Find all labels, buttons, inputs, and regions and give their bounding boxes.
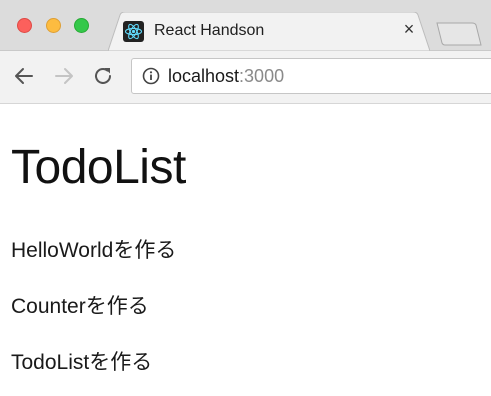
page-title: TodoList: [11, 141, 186, 194]
reload-icon[interactable]: [91, 64, 115, 88]
browser-toolbar: localhost:3000: [0, 51, 491, 104]
arrow-left-icon[interactable]: [12, 64, 36, 88]
new-tab-button[interactable]: [436, 22, 482, 51]
close-window-button[interactable]: [17, 18, 32, 33]
todo-item: Counterを作る: [11, 295, 149, 318]
minimize-window-button[interactable]: [46, 18, 61, 33]
url-port: :3000: [239, 66, 285, 86]
arrow-right-icon[interactable]: [52, 64, 76, 88]
todo-item: TodoListを作る: [11, 351, 153, 374]
tab-title: React Handson: [154, 22, 265, 39]
maximize-window-button[interactable]: [74, 18, 89, 33]
url-text[interactable]: localhost:3000: [168, 66, 284, 87]
close-icon[interactable]: ×: [400, 20, 418, 38]
info-icon[interactable]: [142, 67, 160, 85]
todo-item: HelloWorldを作る: [11, 239, 177, 262]
address-bar[interactable]: localhost:3000: [131, 58, 491, 94]
tab-react-handson[interactable]: React Handson ×: [108, 12, 430, 51]
browser-window: React Handson × localhost:3000 TodoList …: [0, 0, 491, 396]
tab-strip: React Handson ×: [0, 0, 491, 51]
page-content: TodoList HelloWorldを作る Counterを作る TodoLi…: [0, 104, 491, 396]
url-host: localhost: [168, 66, 240, 86]
react-icon: [123, 21, 144, 42]
